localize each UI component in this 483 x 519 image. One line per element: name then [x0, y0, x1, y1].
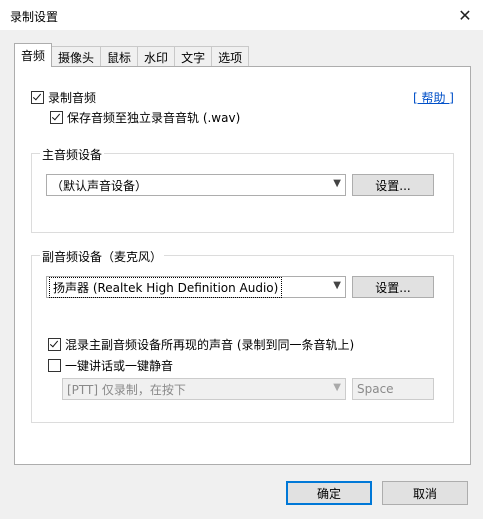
sub-device-settings-button[interactable]: 设置...	[352, 276, 434, 298]
sub-audio-device-label: 副音频设备（麦克风）	[40, 248, 165, 265]
tab-options[interactable]: 选项	[211, 46, 250, 67]
sub-audio-device-value: 扬声器 (Realtek High Definition Audio)	[48, 276, 283, 298]
main-audio-device-select[interactable]: （默认声音设备） ▼	[46, 174, 346, 196]
tab-text[interactable]: 文字	[174, 46, 213, 67]
sub-audio-device-group: 副音频设备（麦克风） 扬声器 (Realtek High Definition …	[31, 248, 454, 423]
tab-strip: 音频 摄像头 鼠标 水印 文字 选项	[14, 43, 250, 67]
cancel-button[interactable]: 取消	[382, 481, 468, 505]
sub-audio-device-select[interactable]: 扬声器 (Realtek High Definition Audio) ▼	[46, 276, 346, 298]
chevron-down-icon: ▼	[333, 178, 341, 189]
chevron-down-icon: ▼	[333, 382, 341, 393]
checkbox-checked-icon	[48, 338, 61, 351]
mix-devices-checkbox[interactable]: 混录主副音频设备所再现的声音 (录制到同一条音轨上)	[48, 336, 354, 353]
close-icon[interactable]: ✕	[447, 0, 483, 30]
help-link[interactable]: [ 帮助 ]	[413, 89, 454, 106]
push-to-talk-checkbox[interactable]: 一键讲话或一键静音	[48, 357, 173, 374]
ok-button[interactable]: 确定	[286, 481, 372, 505]
window-title: 录制设置	[10, 10, 59, 24]
tab-mouse[interactable]: 鼠标	[100, 46, 139, 67]
title-bar: 录制设置 ✕	[0, 0, 483, 30]
main-audio-device-label: 主音频设备	[40, 146, 105, 163]
save-separate-track-checkbox[interactable]: 保存音频至独立录音音轨 (.wav)	[50, 109, 240, 126]
tab-watermark[interactable]: 水印	[137, 46, 176, 67]
checkbox-checked-icon	[50, 111, 63, 124]
record-audio-label: 录制音频	[48, 91, 97, 105]
ptt-hotkey-field[interactable]: Space	[352, 378, 434, 400]
push-to-talk-label: 一键讲话或一键静音	[65, 359, 174, 373]
mix-devices-label: 混录主副音频设备所再现的声音 (录制到同一条音轨上)	[65, 338, 355, 352]
ptt-mode-select[interactable]: [PTT] 仅录制，在按下 ▼	[62, 378, 346, 400]
recording-settings-dialog: 录制设置 ✕ 音频 摄像头 鼠标 水印 文字 选项 录制音频 [ 帮助 ] 保存…	[0, 0, 483, 519]
checkbox-unchecked-icon	[48, 359, 61, 372]
checkbox-checked-icon	[31, 91, 44, 104]
record-audio-checkbox[interactable]: 录制音频	[31, 89, 96, 106]
chevron-down-icon: ▼	[333, 280, 341, 291]
main-audio-device-value: （默认声音设备）	[51, 178, 148, 193]
audio-tab-panel: 录制音频 [ 帮助 ] 保存音频至独立录音音轨 (.wav) 主音频设备 （默认…	[14, 66, 471, 465]
save-separate-track-label: 保存音频至独立录音音轨 (.wav)	[67, 111, 241, 125]
ptt-mode-value: [PTT] 仅录制，在按下	[67, 382, 186, 397]
main-device-settings-button[interactable]: 设置...	[352, 174, 434, 196]
tab-camera[interactable]: 摄像头	[51, 46, 102, 67]
tab-audio[interactable]: 音频	[14, 43, 53, 67]
main-audio-device-group: 主音频设备 （默认声音设备） ▼ 设置...	[31, 146, 454, 233]
